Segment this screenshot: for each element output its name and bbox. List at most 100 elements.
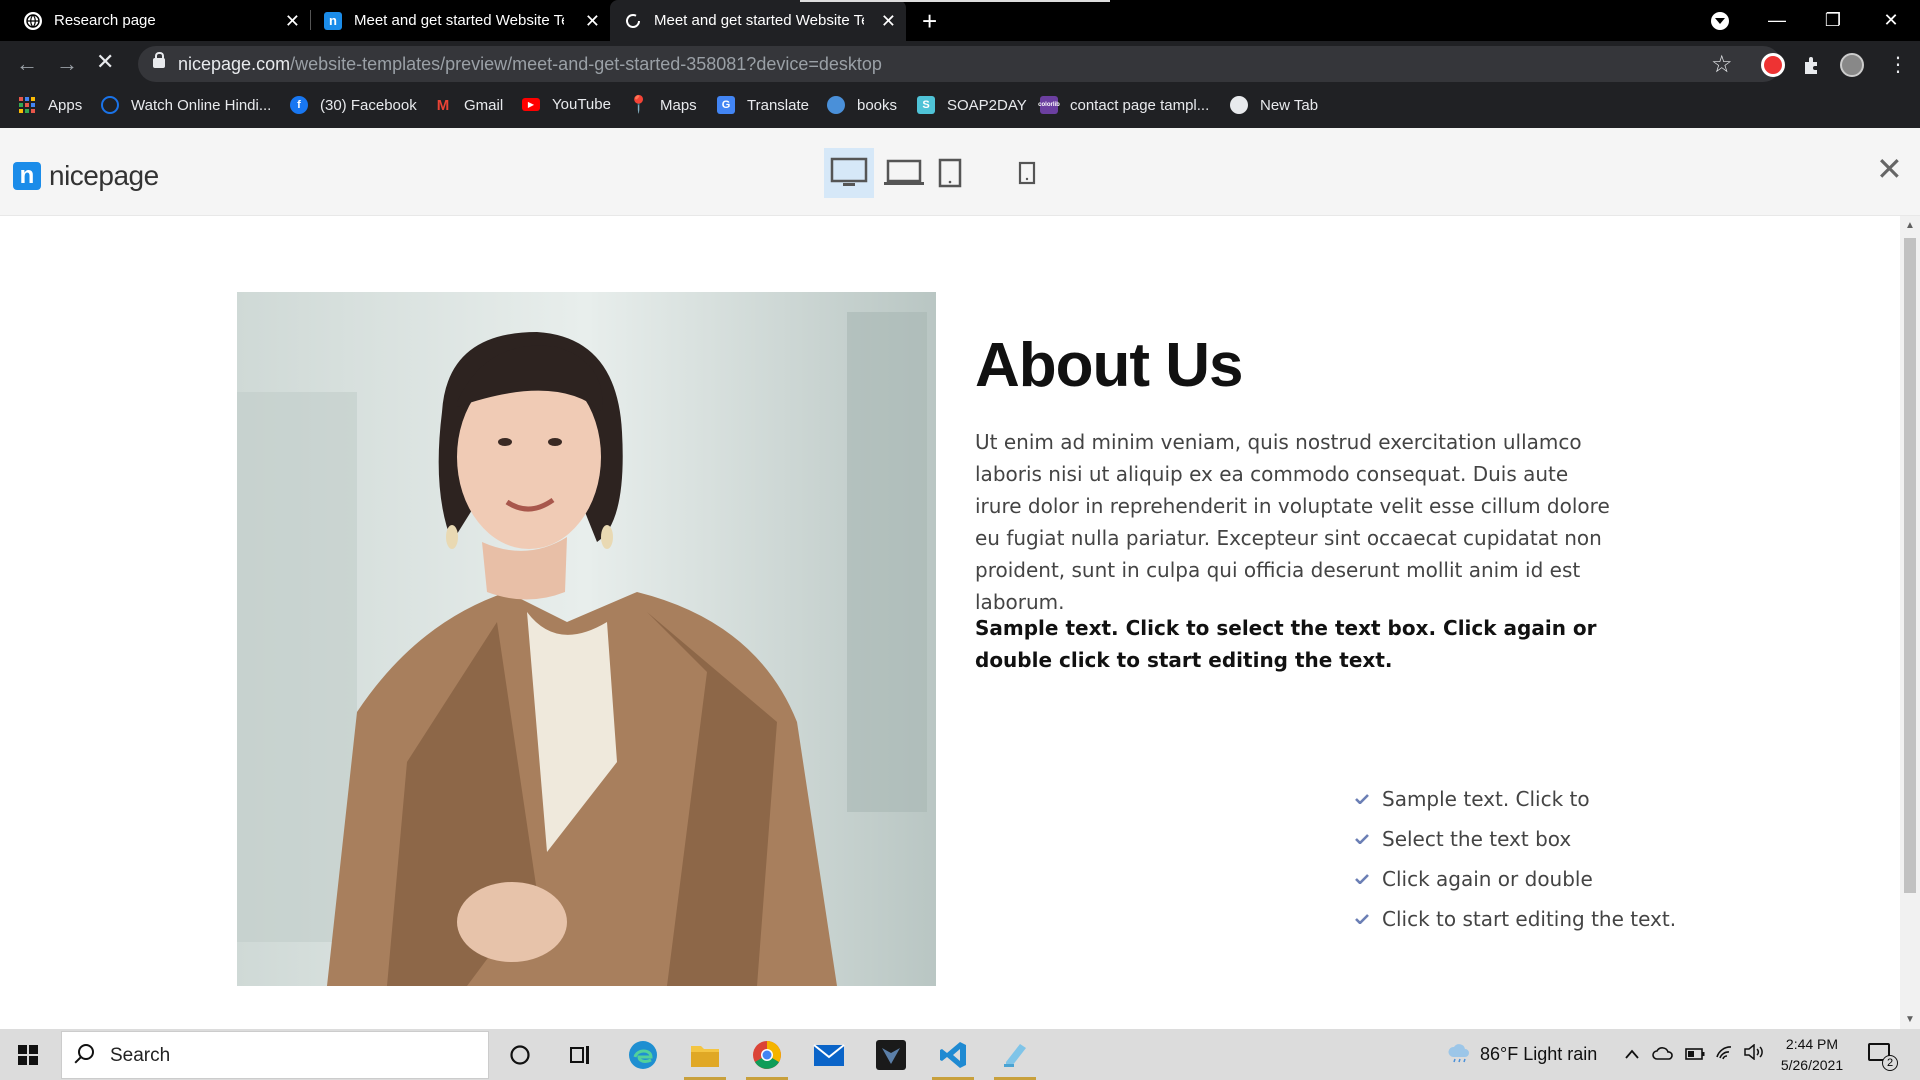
bookmark-label: Gmail <box>464 96 504 114</box>
scroll-up-icon[interactable]: ▲ <box>1905 220 1915 231</box>
globe-icon <box>1230 96 1248 114</box>
vscode-app[interactable] <box>928 1033 978 1080</box>
feature-list: Sample text. Click to Select the text bo… <box>1355 786 1676 946</box>
bookmark-youtube[interactable]: ▶ YouTube <box>522 96 611 113</box>
bookmark-label: SOAP2DAY <box>947 96 1027 114</box>
restore-button[interactable]: ❐ <box>1805 0 1861 41</box>
onedrive-button[interactable] <box>1652 1044 1674 1065</box>
wifi-button[interactable] <box>1715 1044 1735 1065</box>
clock-date: 5/26/2021 <box>1780 1057 1844 1073</box>
file-explorer-app[interactable] <box>680 1033 730 1080</box>
stop-loading-button[interactable]: ✕ <box>96 49 114 75</box>
battery-icon <box>1685 1048 1705 1060</box>
tab-loading-line <box>800 0 1110 2</box>
translate-icon: G <box>717 96 735 114</box>
notification-center-button[interactable]: 2 <box>1868 1043 1898 1071</box>
check-icon <box>1355 874 1369 884</box>
task-view-button[interactable] <box>555 1033 605 1077</box>
desktop-view-button[interactable] <box>824 148 874 198</box>
weather-text: 86°F Light rain <box>1480 1044 1598 1064</box>
clock[interactable]: 2:44 PM 5/26/2021 <box>1776 1034 1848 1076</box>
tab-search-button[interactable] <box>1711 12 1729 30</box>
predator-app[interactable] <box>866 1033 916 1077</box>
bookmark-new-tab[interactable]: New Tab <box>1230 96 1318 114</box>
url-text[interactable]: nicepage.com/website-templates/preview/m… <box>178 54 882 75</box>
mail-icon <box>813 1044 845 1066</box>
close-tab-icon[interactable]: ✕ <box>585 11 600 32</box>
bookmark-star-icon[interactable]: ☆ <box>1711 50 1733 79</box>
windows-start-button[interactable] <box>18 1045 38 1065</box>
cortana-button[interactable] <box>495 1033 545 1077</box>
laptop-view-button[interactable] <box>880 148 928 198</box>
tab-strip: Research page ✕ n Meet and get started W… <box>0 0 1920 41</box>
forward-button[interactable]: → <box>56 51 78 77</box>
apps-grid-icon <box>18 96 36 114</box>
bookmark-facebook[interactable]: f (30) Facebook <box>290 96 417 114</box>
tab-meet-and-get-started-1[interactable]: n Meet and get started Website Te ✕ <box>310 0 610 41</box>
scroll-down-icon[interactable]: ▼ <box>1905 1014 1915 1025</box>
folder-icon <box>691 1046 719 1067</box>
nicepage-logo-text: nicepage <box>49 160 159 191</box>
extension-icon[interactable] <box>1761 53 1785 77</box>
weather-widget[interactable]: 86°F Light rain <box>1446 1044 1597 1065</box>
bookmark-label: Translate <box>747 96 809 114</box>
bookmark-watch-online[interactable]: Watch Online Hindi... <box>101 96 271 114</box>
chevron-up-icon <box>1625 1049 1639 1059</box>
lock-icon[interactable] <box>153 52 165 68</box>
bookmark-gmail[interactable]: M Gmail <box>434 96 503 114</box>
bookmark-translate[interactable]: G Translate <box>717 96 809 114</box>
scrollbar-thumb[interactable] <box>1904 238 1916 893</box>
check-icon <box>1355 834 1369 844</box>
cloud-rain-icon <box>1448 1044 1469 1063</box>
close-preview-button[interactable]: ✕ <box>1876 150 1903 188</box>
phone-view-button[interactable] <box>1010 148 1044 198</box>
maps-pin-icon: 📍 <box>628 95 650 114</box>
tablet-view-button[interactable] <box>938 148 962 198</box>
tab-meet-and-get-started-2[interactable]: Meet and get started Website Te ✕ <box>610 0 906 41</box>
bookmark-label: YouTube <box>552 96 611 113</box>
bookmark-apps[interactable]: Apps <box>18 96 82 114</box>
extensions-puzzle-icon[interactable] <box>1801 53 1825 77</box>
bookmark-label: New Tab <box>1260 96 1319 114</box>
notes-app[interactable] <box>990 1033 1040 1080</box>
bookmark-maps[interactable]: 📍 Maps <box>628 95 696 114</box>
task-view-icon <box>570 1046 589 1064</box>
tab-research-page[interactable]: Research page ✕ <box>0 0 310 41</box>
volume-button[interactable] <box>1743 1043 1765 1065</box>
loading-icon <box>624 12 642 30</box>
laptop-icon <box>884 159 924 185</box>
minimize-button[interactable]: — <box>1749 0 1805 41</box>
bookmark-label: (30) Facebook <box>320 96 417 114</box>
soap2day-icon: S <box>917 96 935 114</box>
cortana-icon <box>510 1045 530 1065</box>
close-tab-icon[interactable]: ✕ <box>285 11 300 32</box>
wifi-icon <box>1716 1046 1732 1060</box>
chrome-app[interactable] <box>742 1033 792 1080</box>
edge-app[interactable] <box>618 1033 668 1077</box>
battery-button[interactable] <box>1685 1044 1705 1065</box>
back-button[interactable]: ← <box>16 51 38 77</box>
profile-avatar[interactable] <box>1840 53 1864 77</box>
desktop-icon <box>830 157 868 186</box>
close-window-button[interactable]: ✕ <box>1863 0 1919 41</box>
sample-bold-text: Sample text. Click to select the text bo… <box>975 616 1597 672</box>
taskbar-search-box[interactable]: Search <box>61 1031 489 1079</box>
tab-title: Research page <box>54 12 156 29</box>
tab-title: Meet and get started Website Te <box>654 12 864 29</box>
clock-time: 2:44 PM <box>1785 1036 1839 1052</box>
bookmark-contact-page[interactable]: colorlib contact page tampl... <box>1038 96 1209 114</box>
edge-icon <box>629 1041 657 1069</box>
show-hidden-icons-button[interactable] <box>1624 1044 1640 1065</box>
close-tab-icon[interactable]: ✕ <box>881 11 896 32</box>
cloud-icon <box>1652 1047 1673 1060</box>
page-scrollbar[interactable]: ▲ ▼ <box>1900 216 1920 1029</box>
bookmark-label: Watch Online Hindi... <box>131 96 272 114</box>
watch-online-icon <box>101 96 119 114</box>
menu-dots-icon[interactable]: ⋮ <box>1888 52 1908 77</box>
bookmark-soap2day[interactable]: S SOAP2DAY <box>917 96 1027 114</box>
new-tab-button[interactable]: + <box>922 6 937 37</box>
bookmark-books[interactable]: books <box>827 96 897 114</box>
nicepage-logo[interactable]: n nicepage <box>13 160 159 192</box>
bookmark-label: books <box>857 96 898 114</box>
mail-app[interactable] <box>804 1033 854 1077</box>
